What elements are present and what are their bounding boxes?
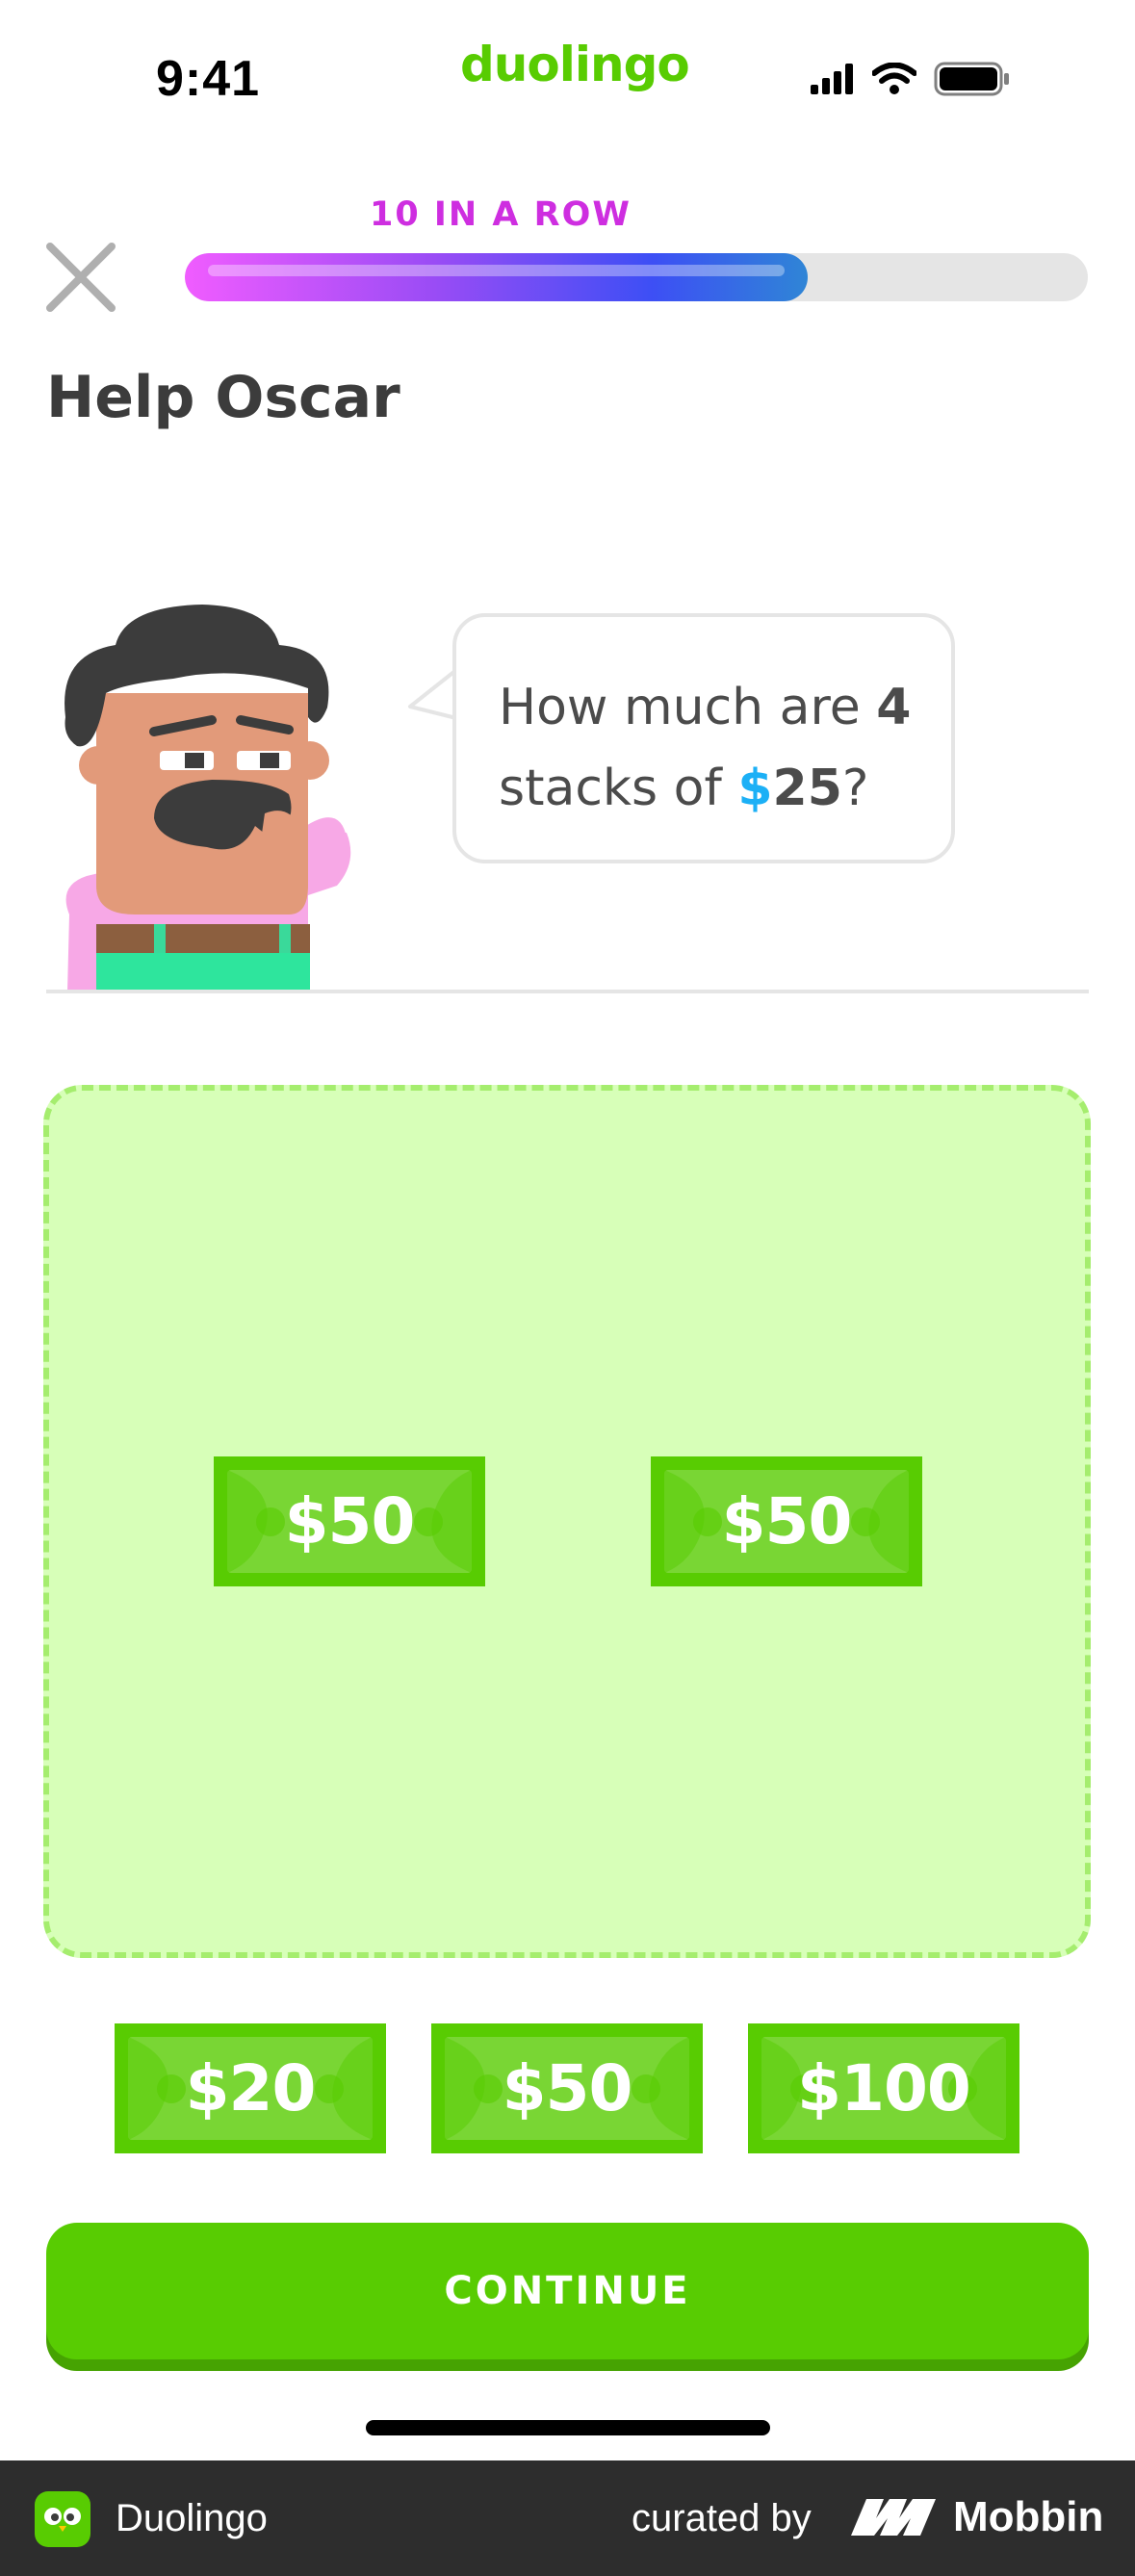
- prompt-currency: $: [737, 760, 773, 817]
- placed-bill[interactable]: $50: [651, 1456, 922, 1586]
- answer-drop-zone[interactable]: [43, 1085, 1091, 1958]
- progress-bar: [185, 253, 1088, 301]
- signal-icon: [811, 64, 853, 94]
- bank-bill-100[interactable]: $100: [748, 2023, 1019, 2153]
- battery-icon: [934, 62, 1009, 96]
- home-indicator: [366, 2420, 770, 2435]
- status-time: 9:41: [156, 51, 261, 107]
- footer-app-name: Duolingo: [116, 2497, 268, 2539]
- oscar-character-illustration: [64, 605, 351, 992]
- prompt-quantity: 4: [876, 679, 912, 736]
- wifi-icon: [872, 63, 916, 94]
- prompt-text-2: stacks of: [499, 760, 738, 817]
- footer-bar: Duolingo curated by Mobbin: [0, 2460, 1135, 2576]
- footer-mobbin-brand: Mobbin: [953, 2493, 1104, 2540]
- bank-bill-20[interactable]: $20: [115, 2023, 386, 2153]
- close-icon[interactable]: [44, 241, 117, 314]
- progress-fill: [185, 253, 808, 301]
- bill-face: $20: [128, 2037, 373, 2140]
- prompt-amount: 25: [772, 760, 842, 817]
- speech-bubble: How much are 4 stacks of $25?: [452, 613, 955, 863]
- placed-bill[interactable]: $50: [214, 1456, 485, 1586]
- bill-amount: $100: [797, 2051, 971, 2125]
- mobbin-logo-icon: [851, 2499, 936, 2536]
- owl-icon: [44, 2508, 81, 2532]
- bill-face: $50: [227, 1470, 472, 1573]
- duolingo-app-icon: [35, 2491, 90, 2547]
- bill-amount: $50: [502, 2051, 633, 2125]
- page-title: Help Oscar: [46, 364, 400, 431]
- bill-amount: $50: [284, 1484, 416, 1558]
- bill-amount: $20: [185, 2051, 317, 2125]
- streak-label: 10 IN A ROW: [370, 195, 632, 234]
- bill-face: $50: [664, 1470, 909, 1573]
- divider: [46, 990, 1089, 993]
- bill-amount: $50: [721, 1484, 853, 1558]
- bank-bill-50[interactable]: $50: [431, 2023, 703, 2153]
- lesson-screen: 9:41 duolingo 10 IN A ROW Help Oscar How…: [0, 0, 1135, 2576]
- bill-face: $50: [445, 2037, 689, 2140]
- progress-shine: [208, 265, 785, 276]
- continue-label: CONTINUE: [444, 2269, 691, 2313]
- prompt-text-1: How much are: [499, 679, 877, 736]
- continue-button[interactable]: CONTINUE: [46, 2223, 1089, 2359]
- status-icons: [811, 62, 1011, 96]
- prompt-text-3: ?: [841, 760, 869, 817]
- footer-curated-by: curated by: [632, 2497, 812, 2539]
- duolingo-logo: duolingo: [460, 37, 690, 92]
- bill-face: $100: [761, 2037, 1006, 2140]
